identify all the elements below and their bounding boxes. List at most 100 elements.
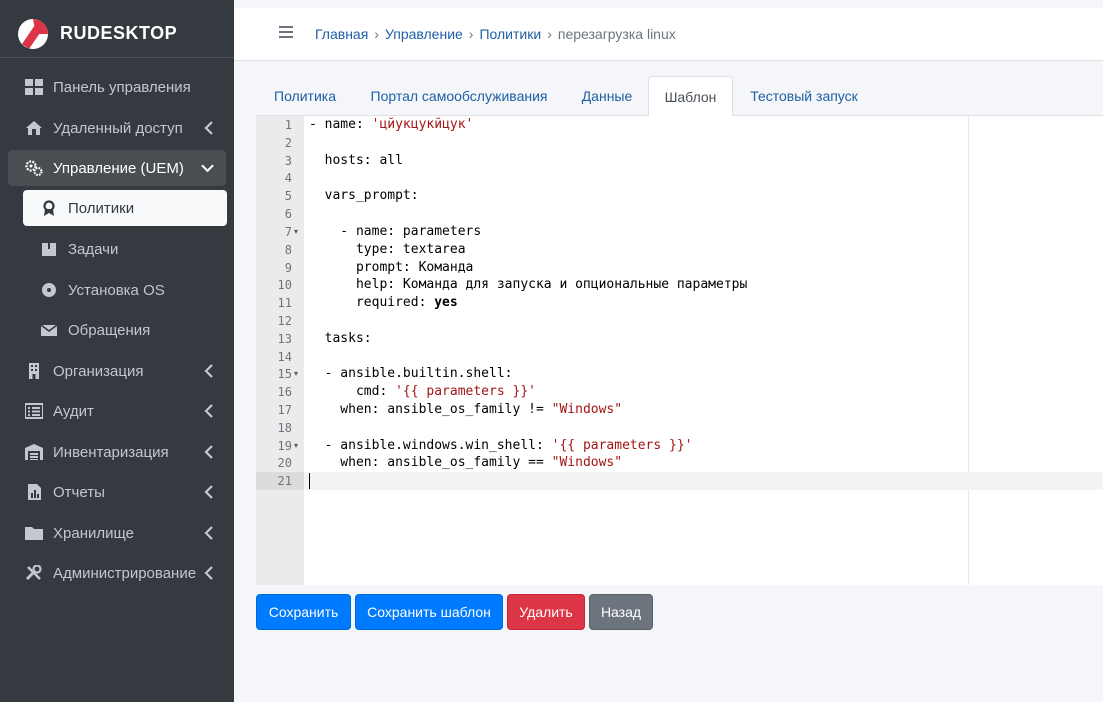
back-button[interactable]: Назад xyxy=(589,594,653,630)
sidebar-item-dashboard[interactable]: Панель управления xyxy=(8,69,226,105)
code-line: when: ansible_os_family != "Windows" xyxy=(309,401,622,419)
sidebar-item-reports[interactable]: Отчеты xyxy=(8,474,226,510)
sidebar-subitem-label: Установка OS xyxy=(68,282,165,299)
line-number: 1 xyxy=(284,118,292,132)
building-icon xyxy=(29,363,39,379)
tab-policy[interactable]: Политика xyxy=(273,76,337,117)
code-line: vars_prompt: xyxy=(309,188,419,203)
sidebar-item-storage[interactable]: Хранилище xyxy=(8,515,226,551)
sidebar-subitem-policies[interactable]: Политики xyxy=(23,190,227,226)
folder-icon xyxy=(25,527,43,540)
sidebar-subitem-os-install[interactable]: Установка OS xyxy=(23,272,227,308)
save-button[interactable]: Сохранить xyxy=(256,594,351,630)
disc-icon xyxy=(42,283,56,297)
code-line: - name: parameters xyxy=(309,224,482,239)
rudesktop-logo-icon xyxy=(18,19,48,49)
save-template-button[interactable]: Сохранить шаблон xyxy=(355,594,503,630)
line-number: 19 xyxy=(277,439,292,453)
tab-test-run[interactable]: Тестовый запуск xyxy=(750,76,858,117)
line-number: 10 xyxy=(277,278,292,292)
sidebar-subitem-tasks[interactable]: Задачи xyxy=(23,231,227,267)
sidebar-subitem-tickets[interactable]: Обращения xyxy=(23,312,227,348)
code-line: prompt: Команда xyxy=(309,260,474,275)
line-number: 17 xyxy=(277,403,292,417)
line-number: 3 xyxy=(284,154,292,168)
line-number: 15 xyxy=(277,367,292,381)
active-line-highlight xyxy=(304,472,1103,490)
breadcrumb-policies[interactable]: Политики xyxy=(479,26,541,42)
line-number: 12 xyxy=(277,314,292,328)
sidebar-subitem-label: Задачи xyxy=(68,241,119,258)
breadcrumb-separator: › xyxy=(374,26,379,42)
line-number: 20 xyxy=(277,456,292,470)
chevron-left-icon xyxy=(204,566,213,580)
sidebar-item-label: Администрирование xyxy=(53,565,197,582)
breadcrumb-separator: › xyxy=(468,26,474,42)
code-string: "Windows" xyxy=(551,402,623,417)
code-string: '{{ parameters }}' xyxy=(395,384,536,399)
chevron-down-icon xyxy=(201,164,214,173)
sidebar-item-label: Панель управления xyxy=(53,79,191,96)
sidebar-subitem-label: Обращения xyxy=(68,322,151,339)
sidebar-subitem-label: Политики xyxy=(68,200,135,217)
sidebar-item-label: Аудит xyxy=(53,403,94,420)
remote-access-icon xyxy=(26,121,42,135)
line-number: 7 xyxy=(284,225,292,239)
code-line: hosts: all xyxy=(309,153,403,168)
text-cursor xyxy=(309,473,310,489)
code-keyword: yes xyxy=(434,295,458,310)
code-line: help: Команда для запуска и опциональные… xyxy=(309,277,748,292)
line-number: 14 xyxy=(277,350,292,364)
editor-print-margin xyxy=(968,116,969,585)
sidebar-item-label: Организация xyxy=(53,363,144,380)
tab-self-service-portal[interactable]: Портал самообслуживания xyxy=(369,76,549,117)
sidebar-item-remote-access[interactable]: Удаленный доступ xyxy=(8,110,226,146)
code-text: cmd: xyxy=(309,384,396,399)
chevron-left-icon xyxy=(204,121,213,135)
dashboard-icon xyxy=(25,79,43,95)
line-number: 21 xyxy=(277,474,292,488)
code-text: when: ansible_os_family != xyxy=(309,402,552,417)
line-number: 6 xyxy=(284,207,292,221)
code-line: cmd: '{{ parameters }}' xyxy=(309,383,536,401)
tab-data[interactable]: Данные xyxy=(581,76,633,117)
line-number: 16 xyxy=(277,385,292,399)
code-line: - ansible.windows.win_shell: '{{ paramet… xyxy=(309,437,693,455)
code-text: required: xyxy=(309,295,435,310)
sidebar-item-uem[interactable]: Управление (UEM) xyxy=(8,150,226,186)
sidebar-item-administration[interactable]: Администрирование xyxy=(8,555,226,591)
code-line: type: textarea xyxy=(309,242,466,257)
sidebar-item-inventory[interactable]: Инвентаризация xyxy=(8,434,226,470)
sidebar-item-label: Отчеты xyxy=(53,484,105,501)
fold-toggle-icon[interactable]: ▾ xyxy=(294,223,302,241)
sidebar-item-audit[interactable]: Аудит xyxy=(8,393,226,429)
delete-button[interactable]: Удалить xyxy=(507,594,585,630)
fold-toggle-icon[interactable]: ▾ xyxy=(294,365,302,383)
code-string: 'цйукцукйцук' xyxy=(371,117,474,132)
menu-icon[interactable] xyxy=(279,25,293,39)
box-icon xyxy=(42,243,56,256)
line-number: 9 xyxy=(284,261,292,275)
tab-template[interactable]: Шаблон xyxy=(648,76,733,117)
top-navbar: Главная › Управление › Политики › перезагрузка… xyxy=(234,8,1103,61)
fold-toggle-icon[interactable]: ▾ xyxy=(294,437,302,455)
code-text: - ansible.windows.win_shell: xyxy=(309,438,552,453)
award-icon xyxy=(43,200,55,216)
breadcrumb-management[interactable]: Управление xyxy=(385,26,463,42)
sidebar-item-organization[interactable]: Организация xyxy=(8,353,226,389)
envelope-icon xyxy=(41,324,57,336)
brand[interactable]: RUDESKTOP xyxy=(0,0,234,58)
code-line: - ansible.builtin.shell: xyxy=(309,366,513,381)
breadcrumb-home[interactable]: Главная xyxy=(315,26,368,42)
chevron-left-icon xyxy=(204,364,213,378)
code-line: required: yes xyxy=(309,294,458,312)
code-text: when: ansible_os_family == xyxy=(309,455,552,470)
code-line: when: ansible_os_family == "Windows" xyxy=(309,454,622,472)
report-icon xyxy=(28,484,41,500)
code-line: - name: 'цйукцукйцук' xyxy=(309,116,473,134)
code-line: tasks: xyxy=(309,331,372,346)
sidebar-item-label: Управление (UEM) xyxy=(53,160,184,177)
list-icon xyxy=(25,403,43,419)
sidebar-item-label: Хранилище xyxy=(53,525,134,542)
line-number: 5 xyxy=(284,189,292,203)
